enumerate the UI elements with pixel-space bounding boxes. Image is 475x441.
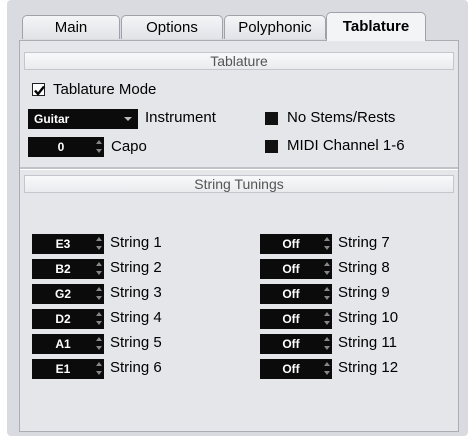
stepper-arrows-icon[interactable] [96, 287, 102, 301]
string-11-label: String 11 [338, 334, 397, 351]
tablature-mode-checkbox[interactable] [32, 83, 45, 96]
string-tunings-section-header: String Tunings [24, 175, 454, 193]
string-10-tuning[interactable]: Off [260, 309, 332, 329]
capo-value: 0 [57, 140, 65, 154]
stepper-arrows-icon[interactable] [96, 262, 102, 276]
tablature-section-header: Tablature [24, 52, 454, 70]
chevron-down-icon [124, 117, 132, 121]
tab-options[interactable]: Options [121, 15, 223, 39]
tablature-panel: Tablature Tablature Mode Guitar Instrume… [19, 40, 459, 432]
string-7-tuning[interactable]: Off [260, 234, 332, 254]
tablature-mode-label: Tablature Mode [53, 81, 157, 98]
instrument-value: Guitar [34, 112, 70, 126]
section-divider [20, 167, 458, 170]
string-1-label: String 1 [110, 234, 162, 251]
string-10-label: String 10 [338, 309, 399, 326]
instrument-label: Instrument [145, 109, 216, 126]
stepper-arrows-icon[interactable] [324, 312, 330, 326]
string-6-tuning[interactable]: E1 [32, 359, 104, 379]
string-4-label: String 4 [110, 309, 162, 326]
stepper-arrows-icon[interactable] [324, 337, 330, 351]
midi-channel-checkbox[interactable] [265, 140, 278, 153]
checkmark-icon [34, 85, 45, 96]
stepper-arrows-icon[interactable] [96, 140, 102, 154]
capo-stepper[interactable]: 0 [28, 137, 104, 157]
string-12-tuning[interactable]: Off [260, 359, 332, 379]
no-stems-label: No Stems/Rests [287, 109, 396, 126]
string-2-label: String 2 [110, 259, 162, 276]
midi-channel-label: MIDI Channel 1-6 [287, 137, 405, 154]
string-5-label: String 5 [110, 334, 162, 351]
string-5-tuning[interactable]: A1 [32, 334, 104, 354]
string-1-tuning[interactable]: E3 [32, 234, 104, 254]
string-8-tuning[interactable]: Off [260, 259, 332, 279]
stepper-arrows-icon[interactable] [324, 262, 330, 276]
stepper-arrows-icon[interactable] [96, 362, 102, 376]
stepper-arrows-icon[interactable] [324, 362, 330, 376]
tab-bar: Main Options Polyphonic Tablature [0, 0, 475, 41]
stepper-arrows-icon[interactable] [324, 287, 330, 301]
string-6-label: String 6 [110, 359, 162, 376]
string-9-tuning[interactable]: Off [260, 284, 332, 304]
string-11-tuning[interactable]: Off [260, 334, 332, 354]
tab-polyphonic[interactable]: Polyphonic [224, 15, 326, 39]
string-4-tuning[interactable]: D2 [32, 309, 104, 329]
string-12-label: String 12 [338, 359, 399, 376]
string-7-label: String 7 [338, 234, 390, 251]
stepper-arrows-icon[interactable] [96, 337, 102, 351]
stepper-arrows-icon[interactable] [96, 312, 102, 326]
tab-tablature[interactable]: Tablature [326, 12, 426, 41]
string-9-label: String 9 [338, 284, 390, 301]
string-3-tuning[interactable]: G2 [32, 284, 104, 304]
tab-main[interactable]: Main [22, 15, 120, 39]
no-stems-checkbox[interactable] [265, 112, 278, 125]
instrument-dropdown[interactable]: Guitar [28, 109, 138, 129]
capo-label: Capo [111, 138, 147, 155]
string-3-label: String 3 [110, 284, 162, 301]
string-2-tuning[interactable]: B2 [32, 259, 104, 279]
stepper-arrows-icon[interactable] [96, 237, 102, 251]
stepper-arrows-icon[interactable] [324, 237, 330, 251]
string-8-label: String 8 [338, 259, 390, 276]
